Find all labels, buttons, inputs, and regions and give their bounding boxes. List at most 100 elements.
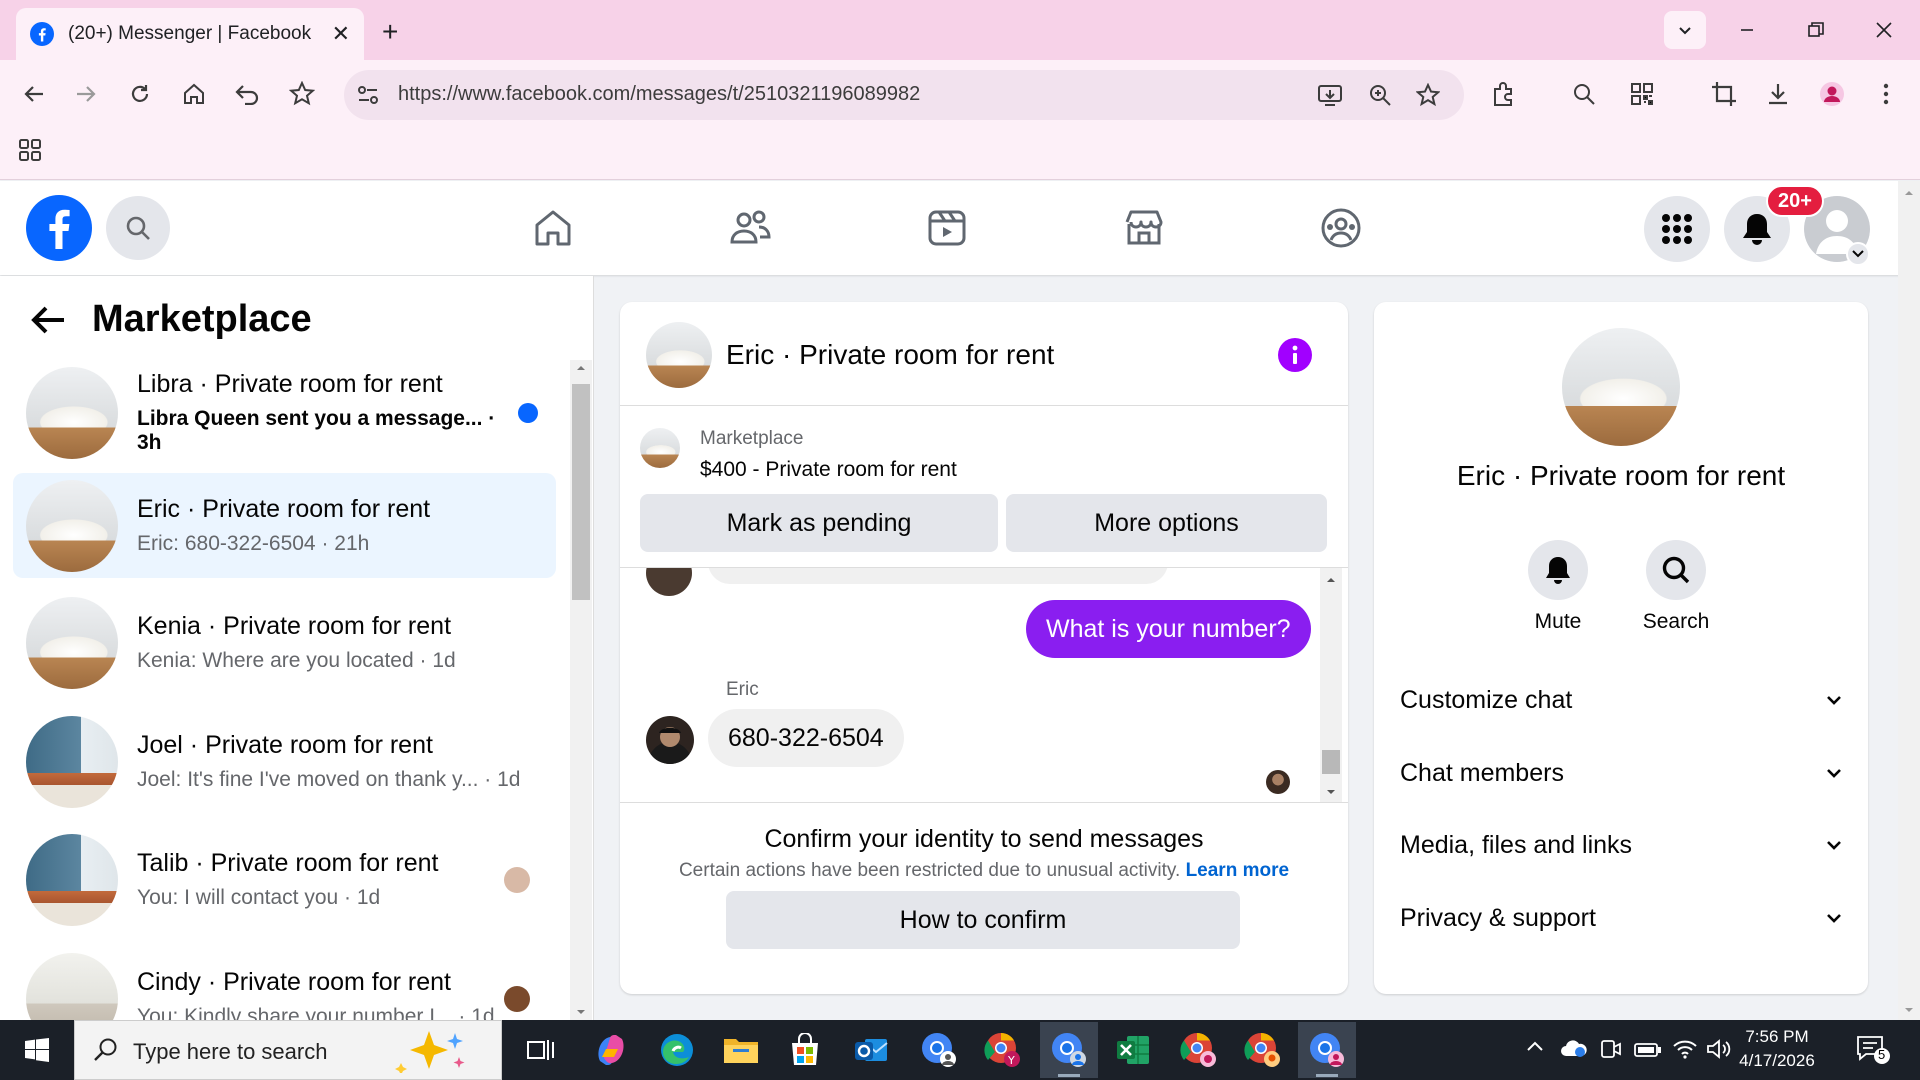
search-action[interactable]: Search: [1626, 540, 1726, 634]
wifi-icon[interactable]: [1672, 1038, 1698, 1060]
nav-marketplace-button[interactable]: [1117, 201, 1171, 255]
conversation-item[interactable]: Kenia · Private room for rent Kenia: Wher…: [13, 590, 556, 695]
media-files-links-section[interactable]: Media, files and links: [1400, 825, 1842, 865]
chat-avatar[interactable]: [646, 322, 712, 388]
menu-kebab-icon[interactable]: [1866, 74, 1906, 114]
learn-more-link[interactable]: Learn more: [1186, 860, 1289, 881]
chrome-orange-profile-app-icon[interactable]: [1234, 1022, 1292, 1078]
outlook-app-icon[interactable]: [842, 1022, 900, 1078]
conversation-item[interactable]: Cindy · Private room for rent You: Kindly…: [13, 946, 556, 1020]
search-icon[interactable]: [1646, 540, 1706, 600]
back-arrow-icon[interactable]: [30, 305, 66, 335]
search-tabs-icon[interactable]: [1564, 74, 1604, 114]
scroll-down-icon: [577, 1010, 585, 1014]
undo-button[interactable]: [228, 74, 268, 114]
bookmarks-button[interactable]: [282, 74, 322, 114]
new-tab-button[interactable]: +: [382, 16, 398, 48]
downloads-icon[interactable]: [1758, 74, 1798, 114]
nav-home-button[interactable]: [526, 201, 580, 255]
minimize-button[interactable]: [1727, 10, 1767, 50]
chrome-active-app-icon[interactable]: [1040, 1022, 1098, 1078]
chat-title[interactable]: Eric · Private room for rent: [726, 339, 1054, 371]
info-icon[interactable]: [1278, 338, 1312, 372]
sparkle-copilot-icon: [395, 1031, 465, 1073]
listing-price[interactable]: $400 - Private room for rent: [700, 458, 957, 482]
conversation-list-scrollbar[interactable]: [570, 360, 592, 1020]
apps-grid-icon[interactable]: [10, 130, 50, 170]
chrome-facebook-profile-app-icon[interactable]: [1298, 1022, 1356, 1078]
conversation-item-selected[interactable]: Eric · Private room for rent Eric: 680-32…: [13, 473, 556, 578]
home-button[interactable]: [174, 74, 214, 114]
privacy-support-section[interactable]: Privacy & support: [1400, 898, 1842, 938]
volume-icon[interactable]: [1706, 1038, 1732, 1060]
more-options-button[interactable]: More options: [1006, 494, 1327, 552]
chrome-y-profile-app-icon[interactable]: Y: [974, 1022, 1032, 1078]
close-tab-icon[interactable]: ✕: [332, 21, 350, 47]
chrome-profile-app-icon[interactable]: [910, 1022, 968, 1078]
scrollbar-thumb[interactable]: [572, 384, 590, 600]
qr-code-icon[interactable]: [1622, 74, 1662, 114]
thread-scrollbar[interactable]: [1320, 568, 1342, 802]
meet-now-icon[interactable]: [1600, 1038, 1622, 1060]
chat-header: Eric · Private room for rent: [620, 302, 1348, 406]
zoom-icon[interactable]: [1360, 75, 1400, 115]
nav-groups-button[interactable]: [1314, 201, 1368, 255]
scrollbar-thumb[interactable]: [1322, 750, 1340, 774]
excel-app-icon[interactable]: [1104, 1022, 1162, 1078]
search-label: Search: [1642, 610, 1710, 633]
message-bubble-incoming[interactable]: 680-322-6504: [708, 709, 904, 767]
copilot-app-icon[interactable]: [582, 1022, 640, 1078]
profile-icon[interactable]: [1812, 74, 1852, 114]
site-info-icon[interactable]: [348, 75, 388, 115]
message-bubble-incoming[interactable]: [708, 568, 1168, 584]
microsoft-store-app-icon[interactable]: [776, 1022, 834, 1078]
taskbar-search-box[interactable]: Type here to search: [74, 1020, 502, 1080]
conversation-item[interactable]: Libra · Private room for rent Libra Queen…: [13, 360, 556, 465]
windows-start-button[interactable]: [8, 1022, 66, 1078]
back-button[interactable]: [14, 74, 54, 114]
chrome-pink-profile-app-icon[interactable]: [1170, 1022, 1228, 1078]
facebook-search-button[interactable]: [106, 196, 170, 260]
file-explorer-app-icon[interactable]: [712, 1022, 770, 1078]
task-view-icon[interactable]: [512, 1022, 570, 1078]
browser-tab[interactable]: (20+) Messenger | Facebook ✕: [16, 8, 364, 60]
bell-icon[interactable]: [1528, 540, 1588, 600]
conversation-item[interactable]: Talib · Private room for rent You: I will…: [13, 827, 556, 932]
tab-search-button[interactable]: [1664, 11, 1706, 49]
taskbar-clock[interactable]: 7:56 PM 4/17/2026: [1732, 1025, 1822, 1073]
profile-avatar[interactable]: [1562, 328, 1680, 446]
close-icon: [1876, 22, 1892, 38]
mute-action[interactable]: Mute: [1508, 540, 1608, 634]
notification-center-button[interactable]: 5: [1856, 1034, 1890, 1064]
nav-video-button[interactable]: [920, 201, 974, 255]
chat-members-section[interactable]: Chat members: [1400, 753, 1842, 793]
reload-button[interactable]: [120, 74, 160, 114]
conversation-item[interactable]: Joel · Private room for rent Joel: It's f…: [13, 709, 556, 814]
sender-avatar[interactable]: [646, 716, 694, 764]
listing-thumbnail[interactable]: [640, 428, 680, 468]
crop-screenshot-icon[interactable]: [1704, 74, 1744, 114]
conversation-list-panel: Marketplace Libra · Private room for ren…: [0, 276, 594, 1020]
edge-app-icon[interactable]: [648, 1022, 706, 1078]
forward-button[interactable]: [66, 74, 106, 114]
account-chevron-icon[interactable]: [1846, 242, 1870, 266]
onedrive-icon[interactable]: [1560, 1038, 1588, 1058]
show-hidden-icons-chevron-up-icon[interactable]: [1526, 1040, 1544, 1052]
restore-button[interactable]: [1796, 10, 1836, 50]
how-to-confirm-button[interactable]: How to confirm: [726, 891, 1240, 949]
url-text[interactable]: https://www.facebook.com/messages/t/2510…: [398, 83, 920, 106]
extensions-icon[interactable]: [1484, 74, 1524, 114]
message-bubble-outgoing[interactable]: What is your number?: [1026, 600, 1311, 658]
customize-chat-section[interactable]: Customize chat: [1400, 680, 1842, 720]
facebook-logo-icon[interactable]: [26, 195, 92, 261]
nav-friends-button[interactable]: [723, 201, 777, 255]
confirm-title: Confirm your identity to send messages: [764, 825, 1204, 853]
install-app-icon[interactable]: [1310, 75, 1350, 115]
section-label: Customize chat: [1400, 685, 1573, 714]
mark-as-pending-button[interactable]: Mark as pending: [640, 494, 998, 552]
bookmark-page-star-icon[interactable]: [1408, 75, 1448, 115]
close-window-button[interactable]: [1864, 10, 1904, 50]
facebook-menu-button[interactable]: [1644, 196, 1710, 262]
page-scrollbar[interactable]: [1898, 181, 1920, 1020]
message-thread: What is your number? Eric 680-322-6504: [620, 568, 1348, 802]
